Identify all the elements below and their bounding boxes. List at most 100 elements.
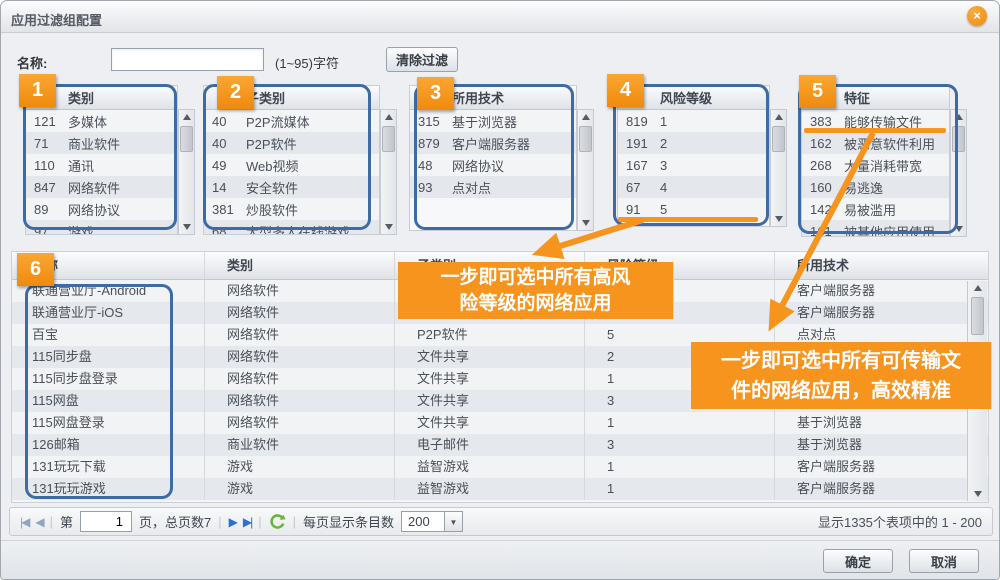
- scroll-down-icon[interactable]: [951, 222, 966, 236]
- panel-list-item[interactable]: 93点对点: [410, 176, 576, 198]
- last-page-icon[interactable]: ▶|: [243, 515, 251, 529]
- scroll-thumb[interactable]: [180, 126, 193, 152]
- item-label: 3: [660, 158, 769, 173]
- panel-rows: 121多媒体71商业软件110通讯847网络软件89网络协议97游戏: [26, 110, 177, 235]
- table-row[interactable]: 126邮箱商业软件电子邮件3基于浏览器: [12, 434, 988, 456]
- cancel-button[interactable]: 取消: [909, 549, 979, 573]
- panel-list-item[interactable]: 49Web视频: [204, 154, 379, 176]
- ok-button[interactable]: 确定: [823, 549, 893, 573]
- scroll-thumb[interactable]: [382, 126, 395, 152]
- chevron-down-icon[interactable]: ▼: [445, 511, 463, 532]
- panel-list-item[interactable]: 68大型多人在线游戏: [204, 220, 379, 235]
- panel-list-item[interactable]: 674: [618, 176, 769, 198]
- panel-list-item[interactable]: 1673: [618, 154, 769, 176]
- scroll-up-icon[interactable]: [381, 110, 396, 124]
- table-cell: 客户端服务器: [775, 302, 988, 324]
- table-cell: 联通营业厅-iOS: [12, 302, 205, 324]
- panel-list-item[interactable]: 381炒股软件: [204, 198, 379, 220]
- panel-list-item[interactable]: 110通讯: [26, 154, 177, 176]
- first-page-icon[interactable]: |◀: [20, 515, 28, 529]
- panel-scrollbar[interactable]: [950, 109, 967, 237]
- item-label: 大量消耗带宽: [844, 156, 949, 175]
- scroll-thumb[interactable]: [772, 126, 785, 152]
- item-label: 基于浏览器: [452, 112, 576, 131]
- scroll-up-icon[interactable]: [179, 110, 194, 124]
- panel-list-item[interactable]: 268大量消耗带宽: [802, 154, 949, 176]
- item-count: 167: [618, 158, 660, 173]
- panel-list-item[interactable]: 71商业软件: [26, 132, 177, 154]
- callout-risk: 一步即可选中所有高风 险等级的网络应用: [398, 262, 674, 319]
- dialog-footer: 确定 取消: [1, 540, 999, 579]
- table-row[interactable]: 131玩玩下载游戏益智游戏1客户端服务器: [12, 456, 988, 478]
- panel-list-item[interactable]: 97游戏: [26, 220, 177, 235]
- scroll-up-icon[interactable]: [951, 110, 966, 124]
- item-count: 879: [410, 136, 452, 151]
- dialog-title: 应用过滤组配置: [11, 10, 102, 29]
- panel-list-item[interactable]: 879客户端服务器: [410, 132, 576, 154]
- scroll-up-icon[interactable]: [771, 110, 786, 124]
- panel-list-item[interactable]: 161被其他应用使用: [802, 220, 949, 237]
- scroll-up-icon[interactable]: [970, 281, 985, 295]
- refresh-icon[interactable]: [269, 513, 286, 530]
- scroll-thumb[interactable]: [579, 126, 592, 152]
- table-row[interactable]: 115网盘登录网络软件文件共享1基于浏览器: [12, 412, 988, 434]
- table-cell: 网络软件: [205, 368, 395, 390]
- close-icon[interactable]: ×: [967, 6, 987, 26]
- scroll-down-icon[interactable]: [578, 216, 593, 230]
- prev-page-icon[interactable]: ◀: [35, 515, 42, 529]
- row-range-text: 显示1335个表项中的 1 - 200: [818, 512, 982, 531]
- scroll-up-icon[interactable]: [578, 110, 593, 124]
- panel-list-item[interactable]: 142易被滥用: [802, 198, 949, 220]
- next-page-icon[interactable]: ▶: [229, 515, 236, 529]
- table-cell: 基于浏览器: [775, 412, 988, 434]
- item-count: 110: [26, 158, 68, 173]
- table-cell: 网络软件: [205, 324, 395, 346]
- scroll-thumb[interactable]: [952, 126, 965, 152]
- scroll-down-icon[interactable]: [381, 220, 396, 234]
- table-row[interactable]: 131玩玩游戏游戏益智游戏1客户端服务器: [12, 478, 988, 500]
- page-number-input[interactable]: [80, 511, 132, 532]
- item-label: Web视频: [246, 156, 379, 175]
- panel-scrollbar[interactable]: [178, 109, 195, 235]
- item-label: P2P流媒体: [246, 112, 379, 131]
- panel-list-item[interactable]: 315基于浏览器: [410, 110, 576, 132]
- panel-header-label: 所用技术: [452, 88, 576, 107]
- clear-filter-button[interactable]: 清除过滤: [386, 47, 458, 72]
- separator: |: [293, 514, 296, 529]
- table-cell: 网络软件: [205, 412, 395, 434]
- panel-list-item[interactable]: 847网络软件: [26, 176, 177, 198]
- item-count: 381: [204, 202, 246, 217]
- panel-scrollbar[interactable]: [770, 109, 787, 227]
- name-input[interactable]: [111, 48, 264, 71]
- item-label: 1: [660, 114, 769, 129]
- callout-text-line: 一步即可选中所有可传输文: [691, 346, 991, 376]
- item-label: 炒股软件: [246, 200, 379, 219]
- step-badge-2: 2: [217, 76, 254, 109]
- column-header-technology[interactable]: 所用技术: [775, 252, 988, 279]
- scroll-down-icon[interactable]: [771, 212, 786, 226]
- panel-list-item[interactable]: 14安全软件: [204, 176, 379, 198]
- page-size-select[interactable]: 200: [401, 511, 445, 532]
- panel-list-item[interactable]: 1912: [618, 132, 769, 154]
- panel-list-item[interactable]: 8191: [618, 110, 769, 132]
- panel-list-item[interactable]: 121多媒体: [26, 110, 177, 132]
- item-count: 40: [204, 136, 246, 151]
- scroll-down-icon[interactable]: [179, 220, 194, 234]
- table-cell: 131玩玩游戏: [12, 478, 205, 500]
- panel-list-item[interactable]: 40P2P软件: [204, 132, 379, 154]
- panel-scrollbar[interactable]: [380, 109, 397, 235]
- item-label: 易逃逸: [844, 178, 949, 197]
- item-count: 383: [802, 114, 844, 129]
- item-label: 安全软件: [246, 178, 379, 197]
- scroll-thumb[interactable]: [971, 297, 984, 335]
- table-cell: 115网盘: [12, 390, 205, 412]
- scroll-down-icon[interactable]: [970, 487, 985, 501]
- panel-list-item[interactable]: 48网络协议: [410, 154, 576, 176]
- panel-list-item[interactable]: 89网络协议: [26, 198, 177, 220]
- panel-list-item[interactable]: 160易逃逸: [802, 176, 949, 198]
- risk-underline: [618, 217, 758, 222]
- panel-scrollbar[interactable]: [577, 109, 594, 231]
- column-header-category[interactable]: 类别: [205, 252, 395, 279]
- panel-list-item[interactable]: 162被恶意软件利用: [802, 132, 949, 154]
- panel-list-item[interactable]: 40P2P流媒体: [204, 110, 379, 132]
